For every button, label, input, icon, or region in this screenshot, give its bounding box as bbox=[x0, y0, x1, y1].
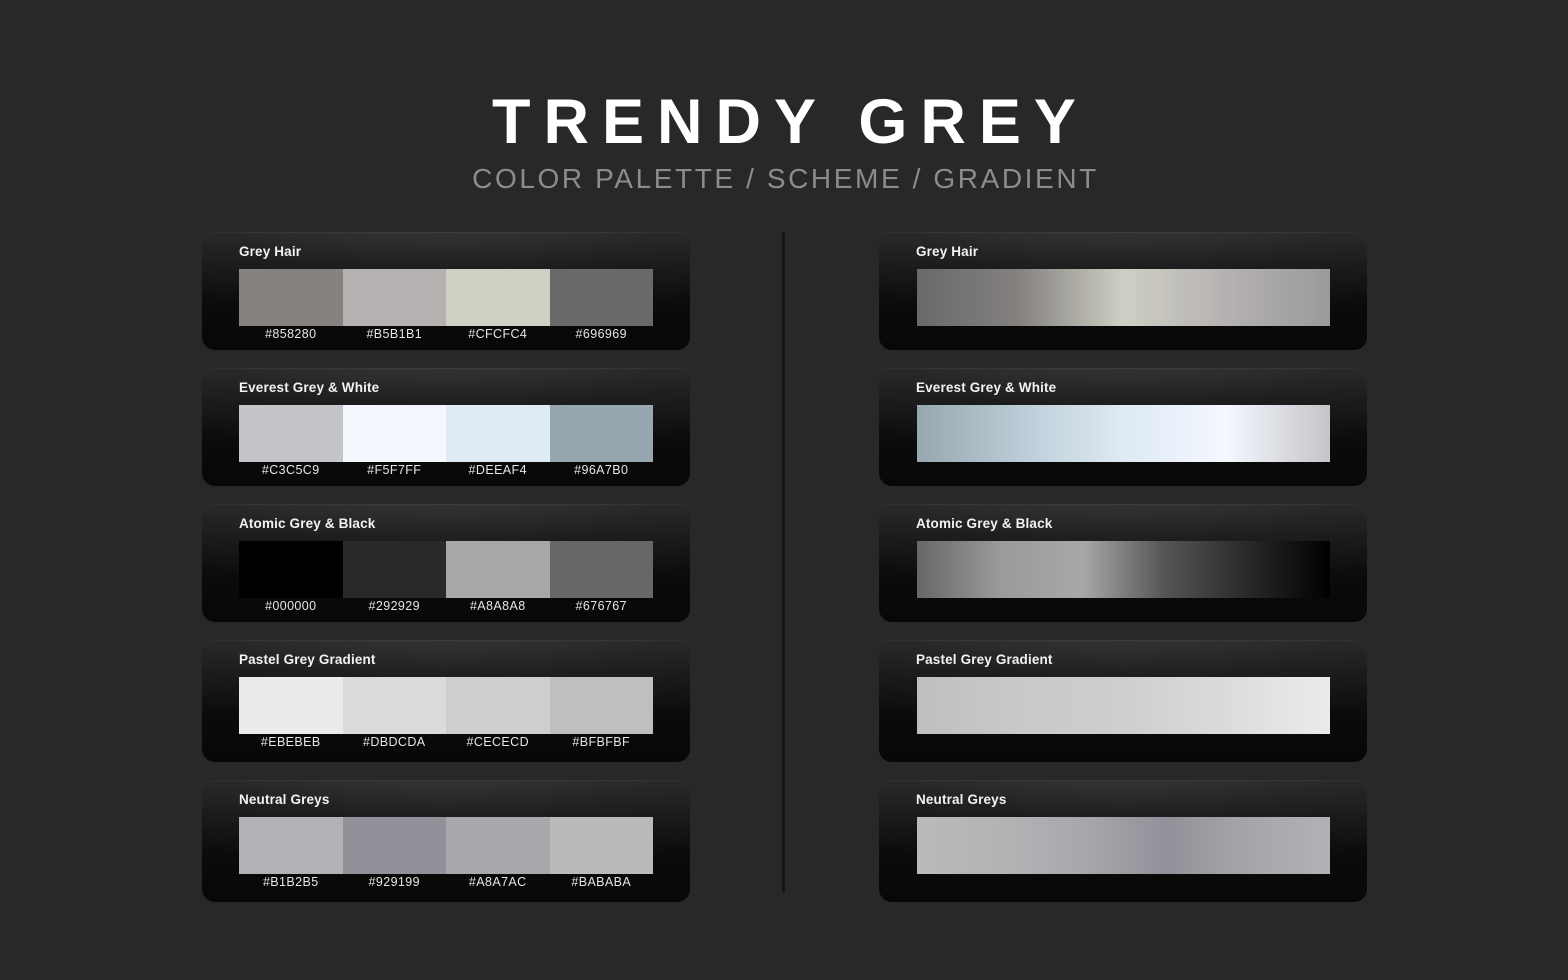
color-swatch[interactable] bbox=[446, 817, 550, 874]
color-swatch[interactable] bbox=[342, 817, 446, 874]
hex-code-label: #CFCFC4 bbox=[468, 327, 528, 341]
hex-code-label: #EBEBEB bbox=[260, 735, 321, 749]
color-swatch[interactable] bbox=[342, 405, 446, 462]
hex-code-label: #292929 bbox=[368, 599, 420, 613]
page-subtitle: COLOR PALETTE / SCHEME / GRADIENT bbox=[472, 163, 1099, 195]
hex-code-label: #96A7B0 bbox=[574, 463, 629, 477]
swatch-strip bbox=[239, 677, 653, 734]
hex-code-label: #A8A8A8 bbox=[469, 599, 526, 613]
hex-code-label: #DBDCDA bbox=[362, 735, 426, 749]
palette-column: Grey Hair #858280 #B5B1B1 #CFCFC4 #696969 Eve… bbox=[202, 232, 690, 920]
color-swatch[interactable] bbox=[239, 677, 343, 734]
palette-card: Grey Hair #858280 #B5B1B1 #CFCFC4 #696969 bbox=[202, 232, 690, 350]
hex-code-label: #F5F7FF bbox=[367, 463, 422, 477]
hex-code-label: #676767 bbox=[575, 599, 627, 613]
palette-card: Atomic Grey & Black #000000 #292929 #A8A8A8… bbox=[202, 504, 690, 622]
color-swatch[interactable] bbox=[342, 541, 446, 598]
hex-code-label: #CECECD bbox=[466, 735, 530, 749]
color-swatch[interactable] bbox=[239, 817, 343, 874]
color-swatch[interactable] bbox=[239, 269, 343, 326]
hex-label-row: #C3C5C9 #F5F7FF #DEEAF4 #96A7B0 bbox=[239, 463, 653, 477]
hex-code-label: #B5B1B1 bbox=[366, 327, 423, 341]
color-swatch[interactable] bbox=[446, 541, 550, 598]
palette-name: Grey Hair bbox=[239, 244, 302, 259]
gradient-card: Everest Grey & White bbox=[879, 368, 1367, 486]
hex-code-label: #BABABA bbox=[571, 875, 632, 889]
gradient-column: Grey Hair Everest Grey & White Atomic Grey… bbox=[879, 232, 1367, 920]
gradient-name: Atomic Grey & Black bbox=[916, 516, 1053, 531]
gradient-strip[interactable] bbox=[917, 541, 1330, 598]
palette-card: Everest Grey & White #C3C5C9 #F5F7FF #DEEAF… bbox=[202, 368, 690, 486]
gradient-name: Neutral Greys bbox=[916, 792, 1007, 807]
hex-label-row: #858280 #B5B1B1 #CFCFC4 #696969 bbox=[239, 327, 653, 341]
hex-label-row: #000000 #292929 #A8A8A8 #676767 bbox=[239, 599, 653, 613]
hex-code-label: #858280 bbox=[265, 327, 317, 341]
color-swatch[interactable] bbox=[549, 269, 653, 326]
gradient-strip[interactable] bbox=[917, 817, 1330, 874]
palette-name: Everest Grey & White bbox=[239, 380, 380, 395]
hex-label-row: #B1B2B5 #929199 #A8A7AC #BABABA bbox=[239, 875, 653, 889]
palette-name: Pastel Grey Gradient bbox=[239, 652, 376, 667]
gradient-name: Grey Hair bbox=[916, 244, 979, 259]
color-swatch[interactable] bbox=[446, 405, 550, 462]
swatch-strip bbox=[239, 817, 653, 874]
swatch-strip bbox=[239, 269, 653, 326]
gradient-card: Atomic Grey & Black bbox=[879, 504, 1367, 622]
gradient-strip[interactable] bbox=[917, 269, 1330, 326]
hex-code-label: #696969 bbox=[575, 327, 627, 341]
color-swatch[interactable] bbox=[549, 817, 653, 874]
palette-name: Neutral Greys bbox=[239, 792, 330, 807]
gradient-card: Neutral Greys bbox=[879, 780, 1367, 902]
color-swatch[interactable] bbox=[549, 677, 653, 734]
vertical-divider bbox=[782, 232, 785, 892]
palette-card: Neutral Greys #B1B2B5 #929199 #A8A7AC #BABAB… bbox=[202, 780, 690, 902]
palette-card: Pastel Grey Gradient #EBEBEB #DBDCDA #CECEC… bbox=[202, 640, 690, 762]
swatch-strip bbox=[239, 405, 653, 462]
color-swatch[interactable] bbox=[342, 269, 446, 326]
hex-code-label: #A8A7AC bbox=[468, 875, 527, 889]
gradient-strip[interactable] bbox=[917, 405, 1330, 462]
color-swatch[interactable] bbox=[549, 405, 653, 462]
palette-name: Atomic Grey & Black bbox=[239, 516, 376, 531]
color-swatch[interactable] bbox=[446, 677, 550, 734]
hex-code-label: #DEEAF4 bbox=[468, 463, 527, 477]
poster-canvas: TRENDY GREY COLOR PALETTE / SCHEME / GRA… bbox=[0, 0, 1568, 980]
hex-code-label: #000000 bbox=[265, 599, 317, 613]
hex-code-label: #BFBFBF bbox=[572, 735, 631, 749]
hex-code-label: #929199 bbox=[368, 875, 420, 889]
hex-code-label: #B1B2B5 bbox=[262, 875, 319, 889]
gradient-strip[interactable] bbox=[917, 677, 1330, 734]
color-swatch[interactable] bbox=[239, 405, 343, 462]
color-swatch[interactable] bbox=[446, 269, 550, 326]
color-swatch[interactable] bbox=[239, 541, 343, 598]
swatch-strip bbox=[239, 541, 653, 598]
poster-header: TRENDY GREY COLOR PALETTE / SCHEME / GRA… bbox=[0, 88, 1568, 195]
color-swatch[interactable] bbox=[549, 541, 653, 598]
hex-label-row: #EBEBEB #DBDCDA #CECECD #BFBFBF bbox=[239, 735, 653, 749]
gradient-card: Grey Hair bbox=[879, 232, 1367, 350]
hex-code-label: #C3C5C9 bbox=[261, 463, 320, 477]
gradient-name: Pastel Grey Gradient bbox=[916, 652, 1053, 667]
gradient-card: Pastel Grey Gradient bbox=[879, 640, 1367, 762]
color-swatch[interactable] bbox=[342, 677, 446, 734]
gradient-name: Everest Grey & White bbox=[916, 380, 1057, 395]
page-title: TRENDY GREY bbox=[492, 87, 1089, 157]
